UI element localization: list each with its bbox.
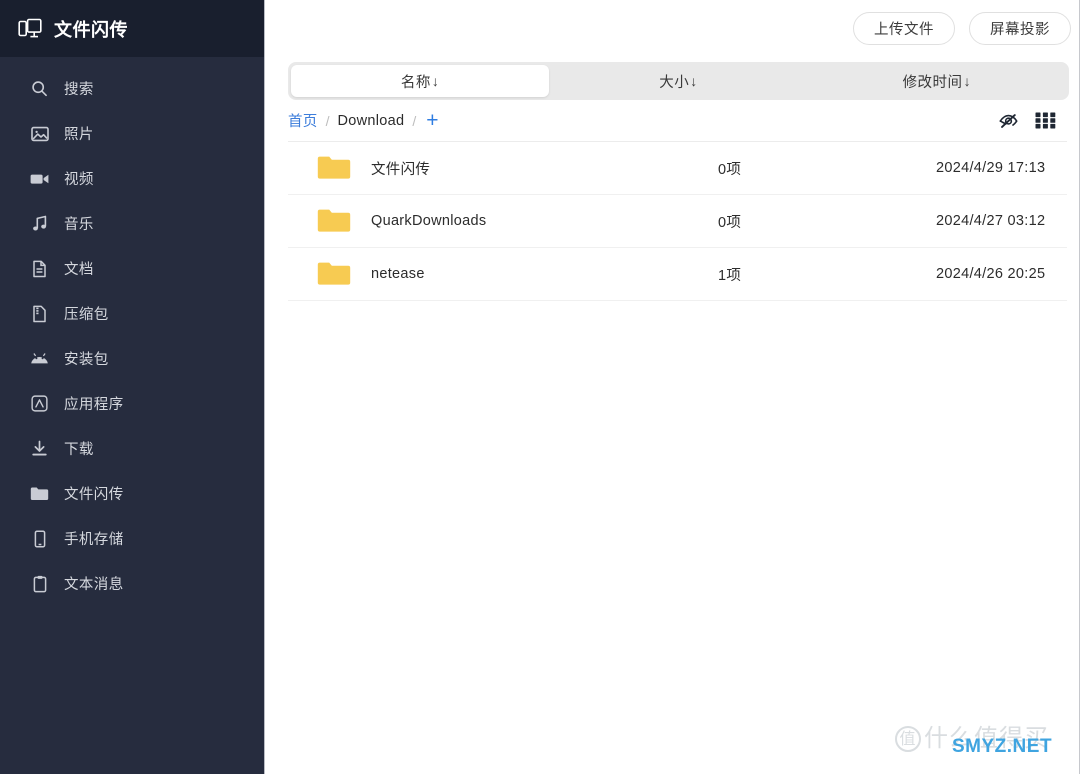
archive-zip-icon (30, 304, 49, 323)
breadcrumb-row: 首页 / Download / + (288, 100, 1067, 142)
search-icon (30, 79, 49, 98)
new-folder-add-icon[interactable]: + (424, 110, 440, 131)
breadcrumb-separator: / (325, 112, 330, 129)
sort-tab-label: 大小 (659, 74, 690, 91)
sidebar: 文件闪传 搜索 照片 视频 音乐 文档 压缩包 安装包 应用程序 下载 文件闪传… (0, 0, 265, 774)
sidebar-item-label: 下载 (64, 442, 94, 458)
sort-segmented-control: 名称 ↓ 大小 ↓ 修改时间 ↓ (288, 62, 1069, 100)
cast-device-icon (17, 16, 43, 42)
grid-view-icon[interactable] (1034, 110, 1056, 132)
sidebar-item-music[interactable]: 音乐 (0, 201, 264, 246)
app-title: 文件闪传 (54, 19, 128, 40)
sidebar-item-label: 视频 (64, 172, 94, 188)
eye-off-icon[interactable] (997, 110, 1019, 132)
phone-icon (30, 529, 49, 548)
file-modified: 2024/4/27 03:12 (936, 213, 1046, 229)
sidebar-item-applications[interactable]: 应用程序 (0, 381, 264, 426)
sidebar-item-label: 照片 (64, 127, 94, 143)
sidebar-item-label: 安装包 (64, 352, 109, 368)
sort-tab-label: 修改时间 (902, 74, 963, 91)
file-name: 文件闪传 (371, 161, 431, 178)
file-list: 文件闪传 0项 2024/4/29 17:13 QuarkDownloads 0… (288, 142, 1067, 774)
folder-icon (30, 484, 49, 503)
sidebar-header: 文件闪传 (0, 0, 264, 57)
folder-icon (317, 261, 351, 287)
sidebar-item-label: 文本消息 (64, 577, 124, 593)
sort-arrow-icon: ↓ (431, 73, 440, 89)
sidebar-item-label: 压缩包 (64, 307, 109, 323)
sidebar-item-label: 手机存储 (64, 532, 124, 548)
download-icon (30, 439, 49, 458)
photo-icon (30, 124, 49, 143)
file-size: 0项 (718, 161, 742, 178)
sidebar-item-label: 文档 (64, 262, 94, 278)
breadcrumb: 首页 / Download / + (288, 110, 997, 131)
folder-icon (317, 208, 351, 234)
breadcrumb-separator: / (412, 112, 417, 129)
sort-arrow-icon: ↓ (690, 73, 698, 89)
sidebar-item-label: 音乐 (64, 217, 94, 233)
sidebar-item-archives[interactable]: 压缩包 (0, 291, 264, 336)
app-root: 文件闪传 搜索 照片 视频 音乐 文档 压缩包 安装包 应用程序 下载 文件闪传… (0, 0, 1080, 774)
sidebar-item-phonestorage[interactable]: 手机存储 (0, 516, 264, 561)
breadcrumb-home[interactable]: 首页 (288, 110, 318, 131)
file-name-cell: 文件闪传 (288, 155, 718, 181)
sort-tab-label: 名称 (400, 74, 431, 91)
sidebar-item-filetransfer[interactable]: 文件闪传 (0, 471, 264, 516)
table-row[interactable]: QuarkDownloads 0项 2024/4/27 03:12 (288, 195, 1067, 248)
sidebar-item-textmessages[interactable]: 文本消息 (0, 561, 264, 606)
file-modified: 2024/4/29 17:13 (936, 160, 1046, 176)
sidebar-nav: 搜索 照片 视频 音乐 文档 压缩包 安装包 应用程序 下载 文件闪传 手机存储… (0, 57, 264, 606)
file-name-cell: netease (288, 261, 718, 287)
document-icon (30, 259, 49, 278)
table-row[interactable]: 文件闪传 0项 2024/4/29 17:13 (288, 142, 1067, 195)
file-size: 1项 (718, 267, 742, 284)
folder-icon (317, 155, 351, 181)
sidebar-item-videos[interactable]: 视频 (0, 156, 264, 201)
sidebar-item-documents[interactable]: 文档 (0, 246, 264, 291)
music-note-icon (30, 214, 49, 233)
file-name-cell: QuarkDownloads (288, 208, 718, 234)
sort-tab-name[interactable]: 名称 ↓ (291, 65, 550, 97)
sidebar-item-search[interactable]: 搜索 (0, 66, 264, 111)
android-apk-icon (30, 349, 49, 368)
sidebar-item-photos[interactable]: 照片 (0, 111, 264, 156)
breadcrumb-current[interactable]: Download (338, 113, 405, 129)
sort-tab-size[interactable]: 大小 ↓ (549, 65, 807, 97)
main-content: 上传文件 屏幕投影 名称 ↓ 大小 ↓ 修改时间 ↓ 首页 / Download… (265, 0, 1080, 774)
sidebar-item-label: 文件闪传 (64, 487, 124, 503)
app-store-icon (30, 394, 49, 413)
sidebar-item-label: 应用程序 (64, 397, 124, 413)
sidebar-item-downloads[interactable]: 下载 (0, 426, 264, 471)
top-toolbar: 上传文件 屏幕投影 (265, 0, 1079, 57)
file-size: 0项 (718, 214, 742, 231)
sidebar-item-label: 搜索 (64, 82, 94, 98)
clipboard-icon (30, 574, 49, 593)
upload-file-button[interactable]: 上传文件 (853, 12, 955, 45)
sort-tab-modified[interactable]: 修改时间 ↓ (808, 65, 1066, 97)
file-name: netease (371, 266, 425, 282)
screen-cast-button[interactable]: 屏幕投影 (969, 12, 1071, 45)
sort-bar-wrapper: 名称 ↓ 大小 ↓ 修改时间 ↓ (265, 57, 1079, 100)
file-modified: 2024/4/26 20:25 (936, 266, 1046, 282)
sort-arrow-icon: ↓ (963, 73, 972, 89)
file-name: QuarkDownloads (371, 213, 487, 229)
video-camera-icon (30, 169, 49, 188)
table-row[interactable]: netease 1项 2024/4/26 20:25 (288, 248, 1067, 301)
breadcrumb-actions (997, 110, 1056, 132)
sidebar-item-apk[interactable]: 安装包 (0, 336, 264, 381)
